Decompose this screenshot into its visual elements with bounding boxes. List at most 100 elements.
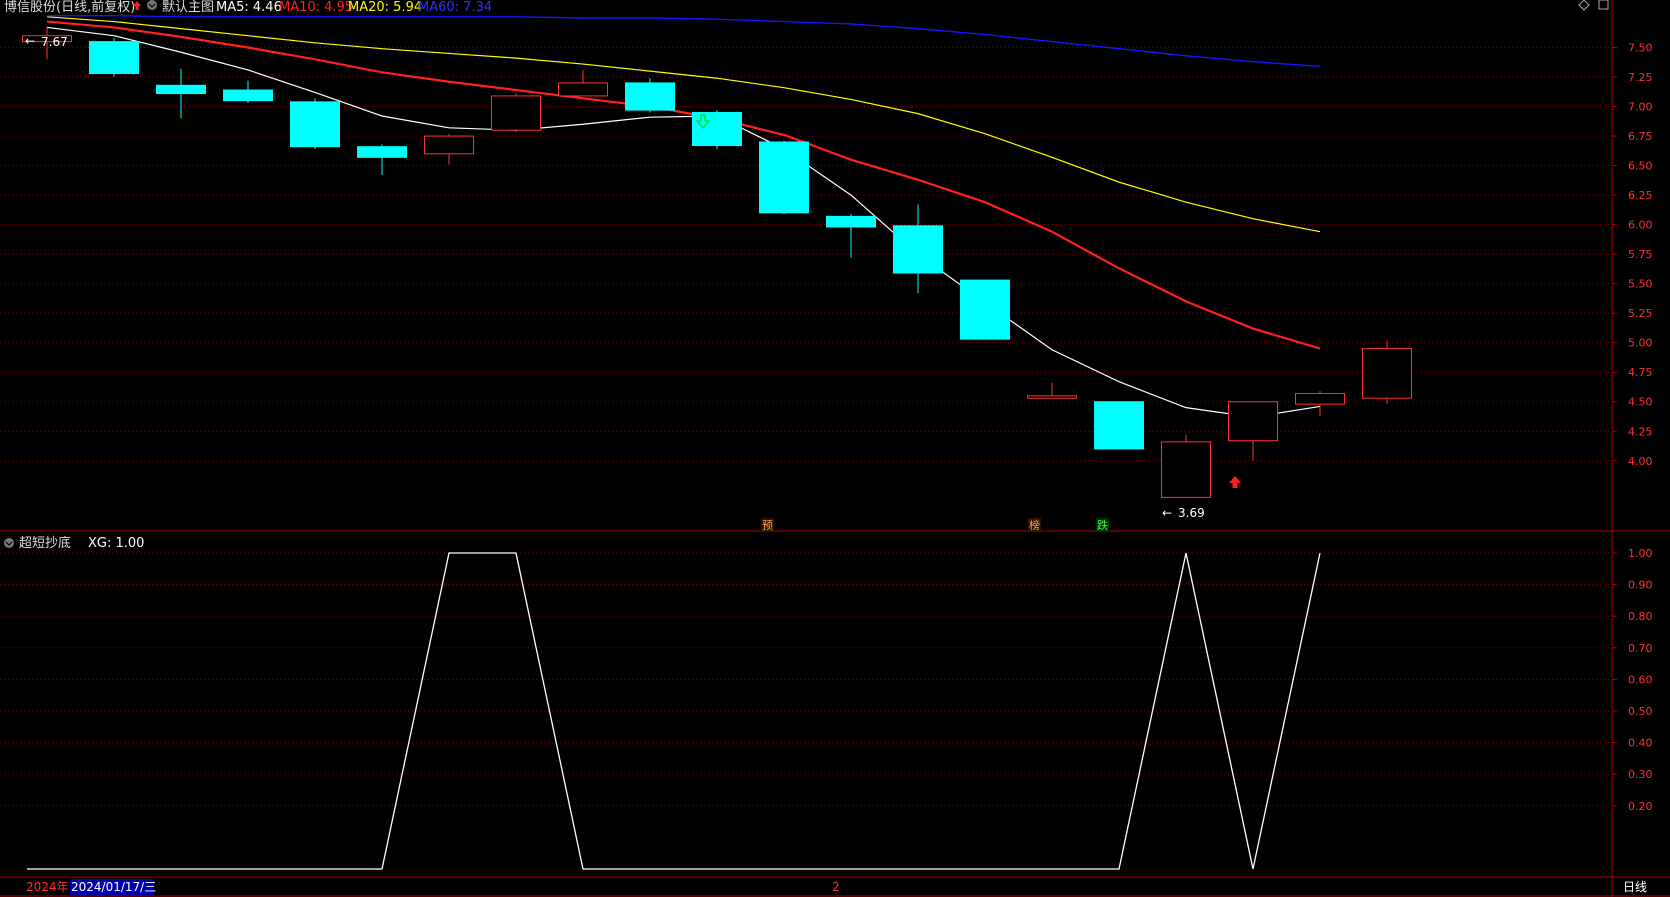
price-tick-label: 7.25: [1628, 71, 1653, 84]
xg-tick-label: 0.20: [1628, 800, 1653, 813]
period-label[interactable]: 日线: [1623, 880, 1647, 894]
tag-bang[interactable]: 榜: [1029, 518, 1040, 532]
xg-tick-label: 0.60: [1628, 673, 1653, 686]
candle[interactable]: [89, 38, 139, 78]
main-panel-grid: [0, 47, 1612, 462]
sub-header: 超短抄底 XG: 1.00: [4, 535, 144, 551]
high-price-label: 7.67: [41, 35, 68, 49]
candle-body-down: [692, 111, 742, 147]
candle[interactable]: [692, 110, 742, 150]
tag-yu[interactable]: 预: [762, 519, 773, 532]
candle[interactable]: [1161, 434, 1211, 498]
candle[interactable]: [1027, 382, 1077, 399]
candle[interactable]: [156, 68, 206, 119]
sub-panel-grid: [0, 552, 1612, 807]
candle[interactable]: [893, 204, 943, 294]
dropdown-icon[interactable]: [147, 0, 157, 10]
candle-body-down: [357, 146, 407, 158]
month-marker: 2: [832, 880, 840, 894]
candle-body-up: [491, 95, 541, 131]
ma60-label: MA60: 7.34: [418, 0, 492, 15]
price-tick-label: 5.25: [1628, 307, 1653, 320]
candle-body-up: [424, 135, 474, 155]
xg-tick-label: 0.90: [1628, 579, 1653, 592]
main-header: 博信股份(日线,前复权) 默认主图 MA5: 4.46 MA10: 4.95 M…: [4, 0, 492, 15]
ma5-label: MA5: 4.46: [216, 0, 282, 15]
candle-body-up: [1295, 392, 1345, 405]
xg-tick-label: 0.40: [1628, 737, 1653, 750]
price-tick-label: 6.25: [1628, 189, 1653, 202]
candle-body-down: [826, 215, 876, 228]
candle[interactable]: [223, 80, 273, 104]
sub-indicator-axis: 0.20 0.30 0.40 0.50 0.60 0.70 0.80 0.90 1.00: [1612, 547, 1653, 813]
candle[interactable]: [491, 93, 541, 133]
chart-frame: [0, 0, 1670, 897]
window-icon[interactable]: [1598, 0, 1609, 10]
ma20-label: MA20: 5.94: [348, 0, 422, 15]
xg-value-label: XG: 1.00: [88, 536, 144, 551]
price-tick-label: 4.25: [1628, 425, 1653, 438]
price-tick-label: 6.50: [1628, 160, 1653, 173]
candle[interactable]: [1094, 401, 1144, 450]
xg-tick-label: 0.50: [1628, 705, 1653, 718]
price-tick-label: 4.75: [1628, 366, 1653, 379]
candle[interactable]: [290, 98, 340, 150]
candle[interactable]: [1228, 401, 1278, 461]
ma5-line: [46, 26, 1321, 418]
high-price-arrow: ←: [25, 34, 35, 48]
candle-body-down: [893, 225, 943, 274]
candle[interactable]: [960, 279, 1010, 340]
candle[interactable]: [826, 214, 876, 258]
candlestick-series[interactable]: [22, 27, 1412, 498]
candle-body-up: [558, 82, 608, 97]
xg-tick-label: 0.80: [1628, 610, 1653, 623]
candle-body-down: [290, 101, 340, 148]
event-tags[interactable]: 预 榜 跌: [761, 518, 1109, 532]
sub-indicator-name[interactable]: 超短抄底: [19, 535, 71, 551]
xg-tick-label: 0.30: [1628, 768, 1653, 781]
price-tick-label: 5.00: [1628, 337, 1653, 350]
candle-body-up: [1362, 348, 1412, 399]
candle-body-down: [759, 141, 809, 214]
indicator-group-name[interactable]: 默认主图: [162, 0, 214, 15]
price-tick-label: 5.75: [1628, 248, 1653, 261]
candle[interactable]: [759, 140, 809, 214]
candle-body-down: [625, 82, 675, 111]
price-tick-label: 5.50: [1628, 278, 1653, 291]
low-price-label: 3.69: [1178, 506, 1205, 520]
main-price-axis: 4.00 4.25 4.50 4.75 5.00 5.25 5.50 5.75 6.00 6.25…: [1612, 42, 1653, 468]
sub-dropdown-icon[interactable]: [4, 538, 14, 548]
stock-title[interactable]: 博信股份(日线,前复权): [4, 0, 135, 15]
tag-die[interactable]: 跌: [1097, 518, 1108, 532]
candle-body-down: [1094, 401, 1144, 450]
date-label: 2024/01/17/三: [71, 880, 156, 894]
ma10-label: MA10: 4.95: [279, 0, 353, 15]
candle-body-up: [1161, 441, 1211, 498]
candle[interactable]: [558, 69, 608, 97]
price-tick-label: 4.00: [1628, 455, 1653, 468]
diamond-icon[interactable]: [1578, 0, 1590, 11]
price-tick-label: 7.50: [1628, 42, 1653, 55]
candle[interactable]: [1362, 340, 1412, 405]
price-tick-label: 6.00: [1628, 219, 1653, 232]
low-price-arrow: ←: [1162, 506, 1172, 520]
xg-tick-label: 1.00: [1628, 547, 1653, 560]
candle-body-up: [1228, 401, 1278, 442]
candle-body-down: [156, 84, 206, 95]
window-controls[interactable]: [1578, 0, 1609, 11]
candle-body-down: [960, 279, 1010, 340]
ma20-line: [46, 16, 1321, 233]
stock-chart[interactable]: 4.00 4.25 4.50 4.75 5.00 5.25 5.50 5.75 6.00 6.25…: [0, 0, 1670, 897]
candle[interactable]: [424, 133, 474, 165]
candle[interactable]: [357, 144, 407, 176]
ma60-line: [47, 14, 1321, 68]
buy-signal-icon: [1229, 476, 1241, 488]
candle-body-up: [1027, 395, 1077, 399]
year-label: 2024年: [26, 880, 69, 894]
price-tick-label: 4.50: [1628, 396, 1653, 409]
candle[interactable]: [1295, 391, 1345, 416]
candle[interactable]: [625, 78, 675, 113]
price-tick-label: 6.75: [1628, 130, 1653, 143]
candle-body-down: [89, 41, 139, 74]
candle-body-down: [223, 89, 273, 102]
